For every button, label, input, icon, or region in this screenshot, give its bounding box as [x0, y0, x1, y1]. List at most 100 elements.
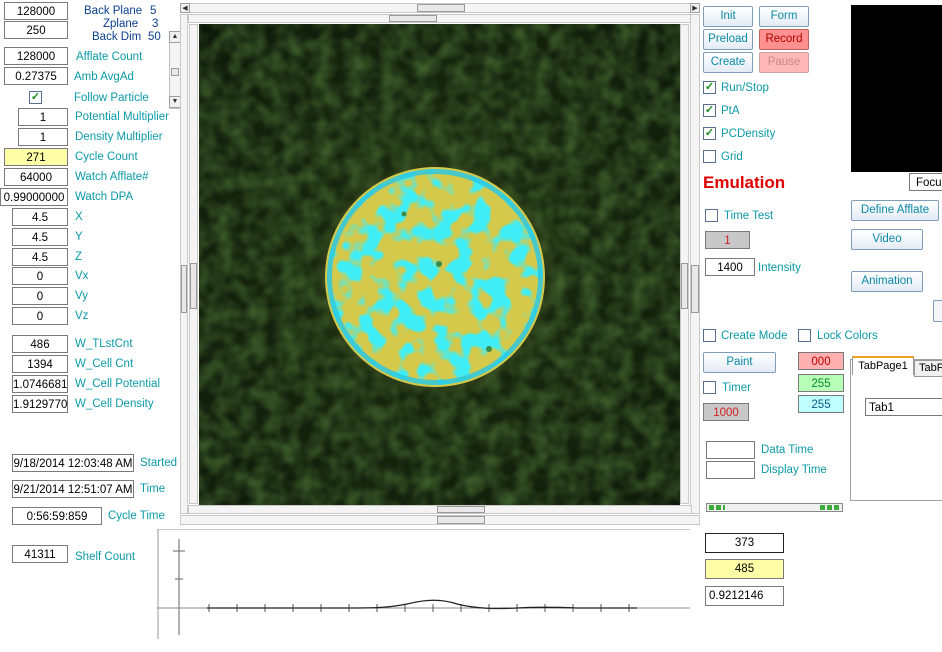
viewport-top-scrollbar-2[interactable] — [188, 14, 692, 23]
w-cell-potential-label: W_Cell Potential — [75, 378, 161, 390]
watch-afflate-field[interactable]: 64000 — [4, 168, 68, 186]
intensity-label: Intensity — [758, 262, 801, 274]
cycle-count-label: Cycle Count — [75, 151, 138, 163]
viewport-right-scrollbar-2[interactable] — [690, 14, 700, 514]
watch-afflate-label: Watch Afflate# — [75, 171, 149, 183]
record-button[interactable]: Record — [759, 29, 809, 50]
viewport-bottom-scrollbar-thumb[interactable] — [437, 506, 485, 513]
display-time-field[interactable] — [706, 461, 755, 479]
time-test-checkbox[interactable] — [705, 209, 718, 222]
paint-button[interactable]: Paint — [703, 352, 776, 373]
pta-label: PtA — [721, 105, 740, 117]
x-field[interactable]: 4.5 — [12, 208, 68, 226]
zplane-label: Zplane — [103, 18, 139, 30]
bottom-value-2[interactable]: 485 — [705, 559, 784, 579]
particle-render-image — [199, 24, 680, 505]
viewport-bottom-scrollbar[interactable] — [188, 505, 692, 514]
density-multiplier-field[interactable]: 1 — [18, 128, 68, 146]
back-dim-label: Back Dim — [92, 31, 142, 43]
pause-button[interactable]: Pause — [759, 52, 809, 73]
tab-page-1[interactable]: TabPage1 — [852, 356, 914, 375]
time-test-field[interactable]: 1 — [705, 231, 750, 249]
vz-field[interactable]: 0 — [12, 307, 68, 325]
green-value-field[interactable]: 255 — [798, 374, 844, 392]
viewport-right-scrollbar-2-thumb[interactable] — [691, 265, 699, 313]
data-time-field[interactable] — [706, 441, 755, 459]
started-field[interactable]: 9/18/2014 12:03:48 AM — [12, 454, 134, 472]
timer-label: Timer — [722, 382, 751, 394]
watch-dpa-field[interactable]: 0.99000000 — [0, 188, 68, 206]
define-afflate-button[interactable]: Define Afflate — [851, 200, 939, 221]
create-mode-checkbox[interactable] — [703, 329, 716, 342]
vy-field[interactable]: 0 — [12, 287, 68, 305]
pcdensity-label: PCDensity — [721, 128, 776, 140]
viewport-top-scrollbar-thumb[interactable] — [417, 4, 465, 12]
vx-label: Vx — [75, 270, 89, 282]
y-field[interactable]: 4.5 — [12, 228, 68, 246]
red-value-field[interactable]: 000 — [798, 352, 844, 370]
form-button[interactable]: Form — [759, 6, 809, 27]
viewport-right-scrollbar[interactable] — [680, 24, 689, 504]
potential-multiplier-field[interactable]: 1 — [18, 108, 68, 126]
w-tlstcnt-field[interactable]: 486 — [12, 335, 68, 353]
animation-button[interactable]: Animation — [851, 271, 923, 292]
run-stop-checkbox[interactable]: ✓ — [703, 81, 716, 94]
lock-colors-label: Lock Colors — [817, 330, 878, 342]
afflate-count-field[interactable]: 128000 — [4, 47, 68, 65]
progress-bar-right-fill — [820, 505, 840, 510]
video-button[interactable]: Video — [851, 229, 923, 250]
w-cell-cnt-field[interactable]: 1394 — [12, 355, 68, 373]
w-cell-potential-field[interactable]: 1.0746681 — [12, 375, 68, 393]
viewport-top-right-arrow[interactable]: ▶ — [690, 3, 700, 13]
viewport-left-scrollbar-2-thumb[interactable] — [190, 263, 197, 309]
cycle-count-field[interactable]: 271 — [4, 148, 68, 166]
pta-checkbox[interactable]: ✓ — [703, 104, 716, 117]
viewport-left-scrollbar[interactable] — [180, 14, 188, 514]
viewport-top-left-arrow[interactable]: ◀ — [180, 3, 190, 13]
viewport-top-scrollbar-2-thumb[interactable] — [389, 15, 437, 22]
viewport-left-scrollbar-thumb[interactable] — [181, 265, 187, 313]
viewport-bottom-scrollbar-2-thumb[interactable] — [437, 516, 485, 524]
left-mini-scrollbar-thumb[interactable] — [171, 68, 179, 76]
top-field-1[interactable]: 128000 — [4, 2, 68, 20]
w-tlstcnt-label: W_TLstCnt — [75, 338, 133, 350]
amb-avgad-field[interactable]: 0.27375 — [4, 67, 68, 85]
viewport-right-scrollbar-thumb[interactable] — [681, 263, 688, 309]
vx-field[interactable]: 0 — [12, 267, 68, 285]
create-button[interactable]: Create — [703, 52, 753, 73]
shelf-count-field[interactable]: 41311 — [12, 545, 68, 563]
time-field[interactable]: 9/21/2014 12:51:07 AM — [12, 480, 134, 498]
tab-page-2[interactable]: TabP — [914, 360, 942, 377]
partial-button[interactable] — [933, 300, 942, 322]
potential-multiplier-label: Potential Multiplier — [75, 111, 169, 123]
timer-checkbox[interactable] — [703, 381, 716, 394]
focus-field[interactable]: Focus — [909, 173, 942, 191]
w-cell-cnt-label: W_Cell Cnt — [75, 358, 134, 370]
follow-particle-checkbox[interactable]: ✓ — [29, 91, 42, 104]
lock-colors-checkbox[interactable] — [798, 329, 811, 342]
viewport-top-scrollbar[interactable] — [180, 3, 700, 13]
viewport-left-scrollbar-2[interactable] — [189, 24, 198, 504]
timer-field[interactable]: 1000 — [703, 403, 749, 421]
w-cell-density-field[interactable]: 1.9129770 — [12, 395, 68, 413]
cycle-time-field[interactable]: 0:56:59:859 — [12, 507, 102, 525]
y-label: Y — [75, 231, 83, 243]
init-button[interactable]: Init — [703, 6, 753, 27]
time-test-label: Time Test — [724, 210, 774, 222]
bottom-value-1[interactable]: 373 — [705, 533, 784, 553]
pcdensity-checkbox[interactable]: ✓ — [703, 127, 716, 140]
intensity-field[interactable]: 1400 — [705, 258, 755, 276]
emulation-viewport[interactable] — [199, 24, 680, 505]
follow-particle-label: Follow Particle — [74, 92, 149, 104]
bottom-value-3[interactable]: 0.9212146 — [705, 586, 784, 606]
zplane-value: 3 — [152, 18, 159, 30]
blue-value-field[interactable]: 255 — [798, 395, 844, 413]
tab-textbox[interactable]: Tab1 — [865, 398, 942, 416]
cycle-time-label: Cycle Time — [108, 510, 165, 522]
z-field[interactable]: 4.5 — [12, 248, 68, 266]
grid-checkbox[interactable] — [703, 150, 716, 163]
started-label: Started — [140, 457, 178, 469]
preload-button[interactable]: Preload — [703, 29, 753, 50]
viewport-bottom-scrollbar-2[interactable] — [180, 515, 700, 525]
top-field-2[interactable]: 250 — [4, 21, 68, 39]
